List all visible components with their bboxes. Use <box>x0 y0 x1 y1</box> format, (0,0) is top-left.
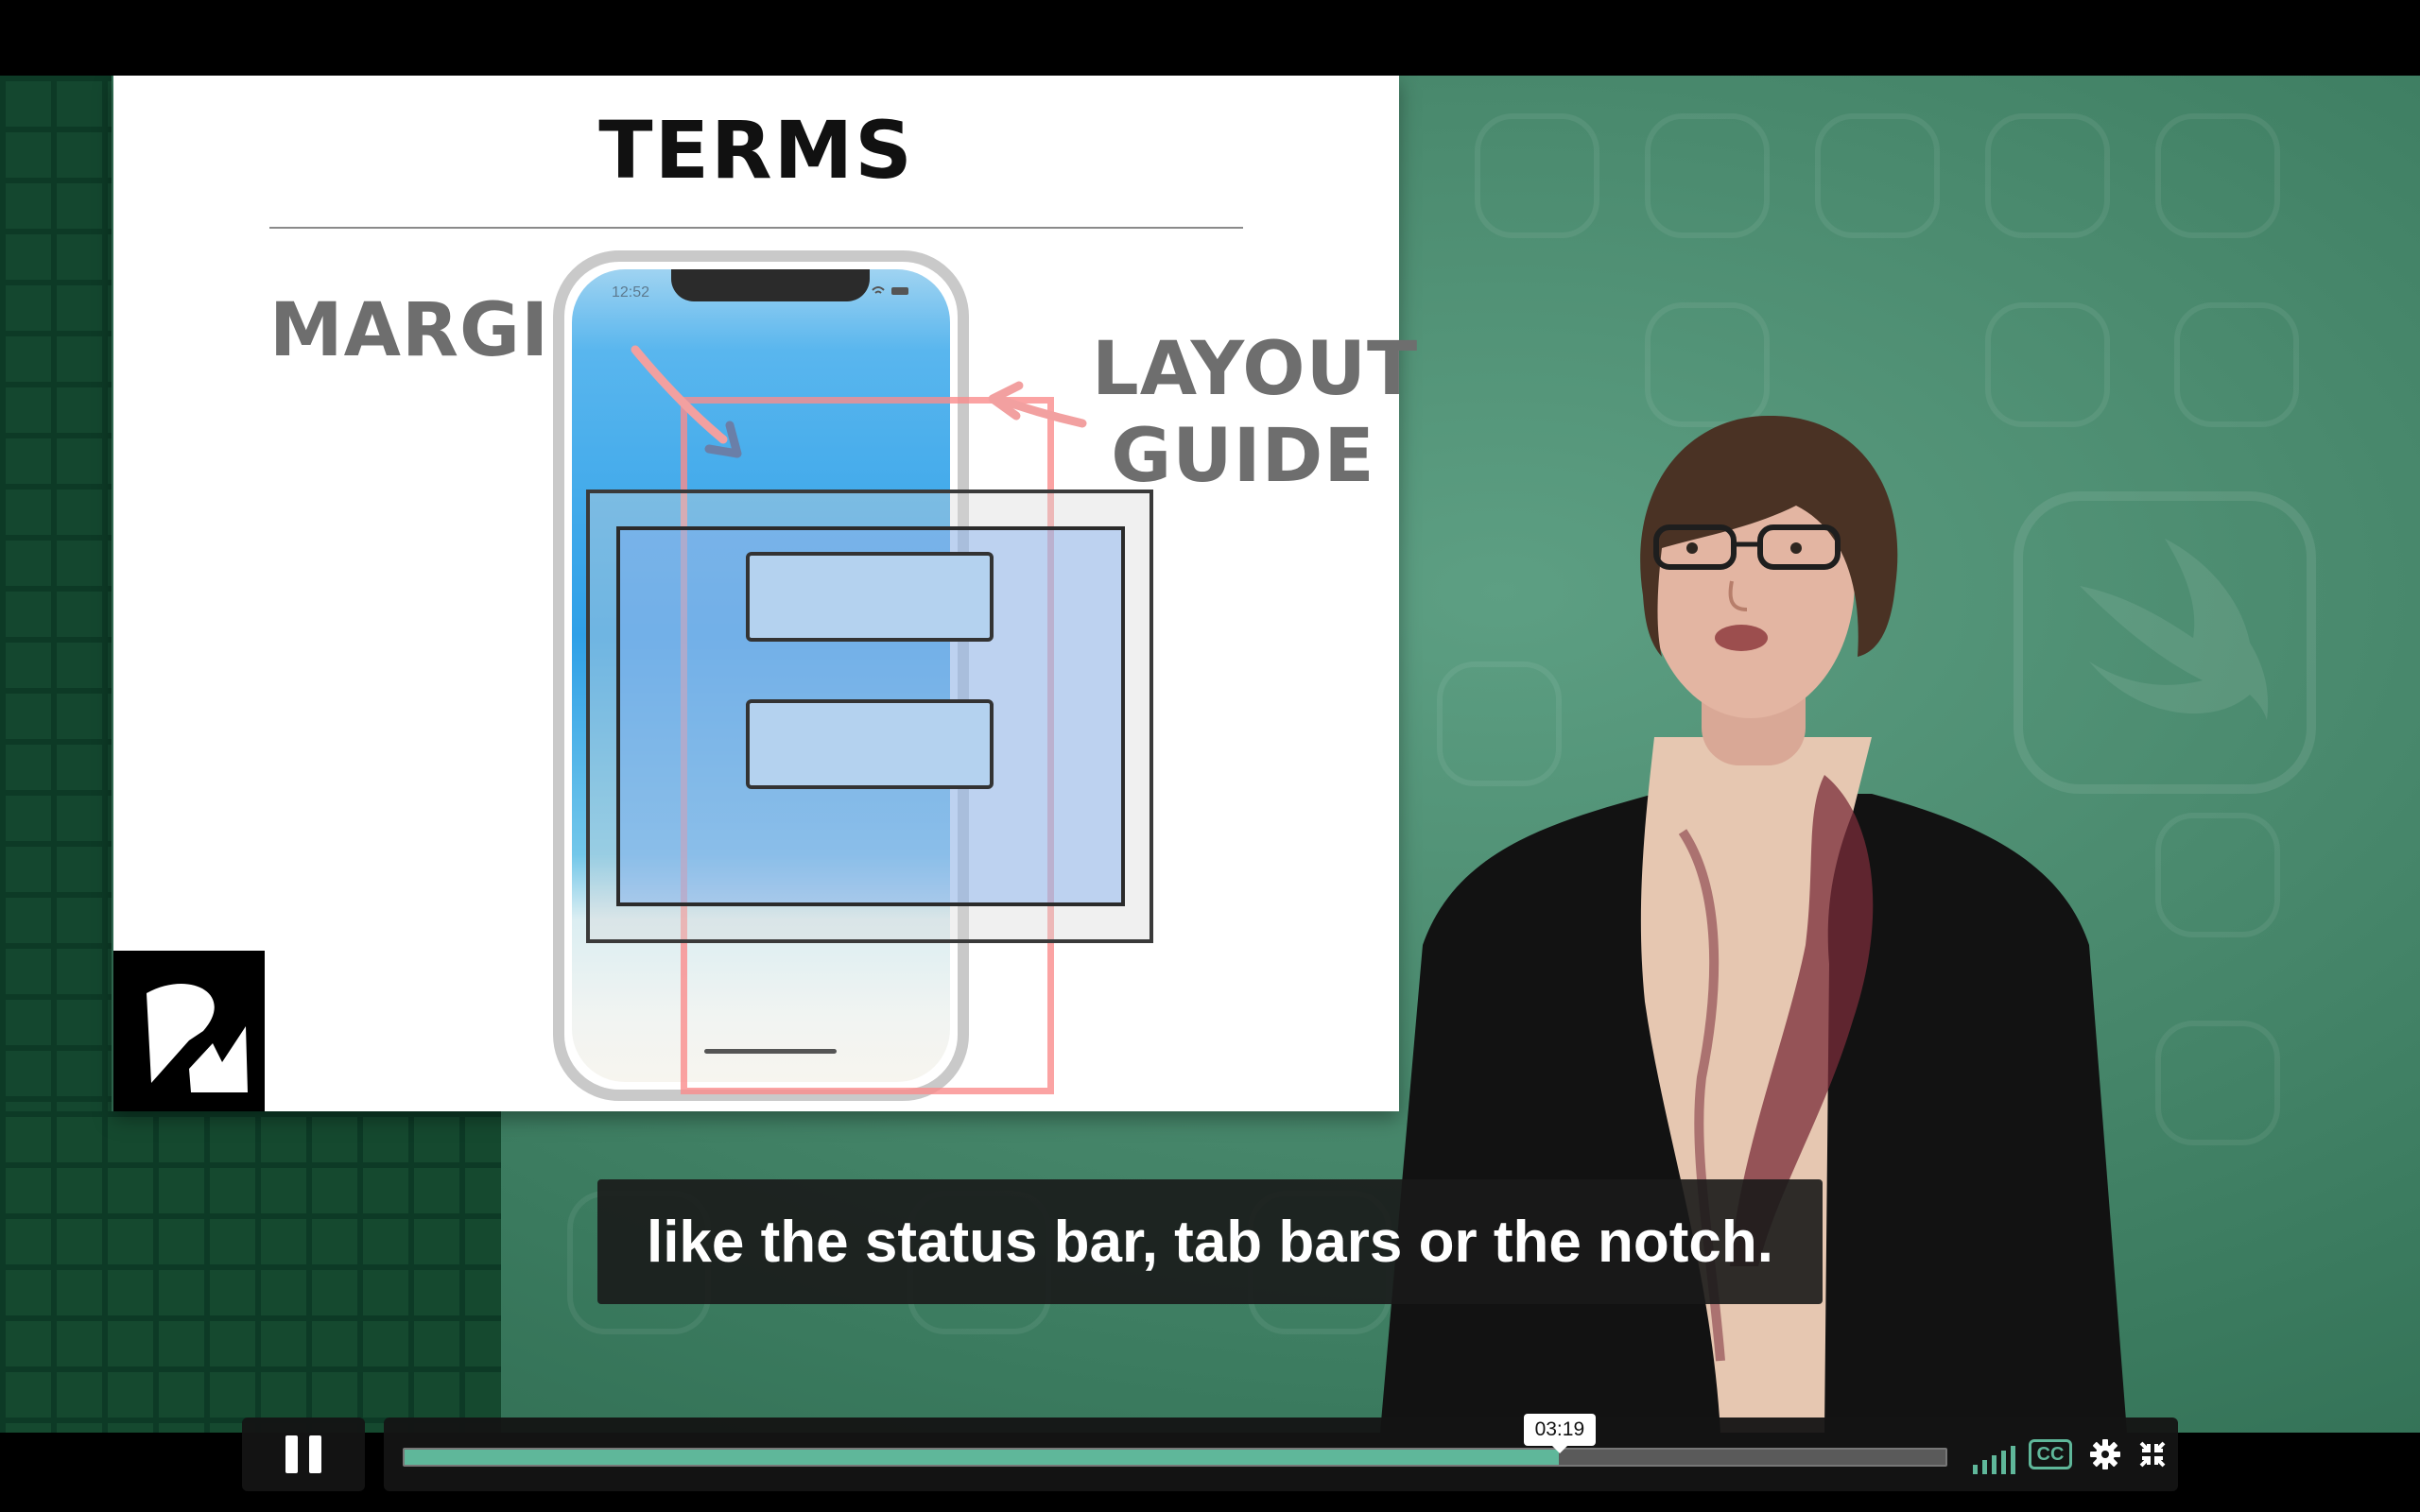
closed-captions-icon[interactable]: CC <box>2029 1439 2072 1469</box>
background-icon <box>2155 813 2280 937</box>
video-player[interactable]: TERMS MARGIN LAYOUT GUIDE 12:52 like the… <box>0 0 2420 1512</box>
background-icon <box>1645 113 1770 238</box>
letterbox-top <box>0 0 2420 76</box>
exit-fullscreen-icon[interactable] <box>2133 1435 2172 1474</box>
background-icon <box>1815 113 1940 238</box>
background-tiles-block <box>0 1111 501 1433</box>
gear-icon[interactable] <box>2085 1435 2125 1474</box>
pause-icon <box>285 1435 321 1473</box>
background-icon <box>1985 113 2110 238</box>
margin-arrow-icon <box>631 345 742 458</box>
background-icon <box>2155 1021 2280 1145</box>
background-icon <box>1985 302 2110 427</box>
background-icon <box>2155 113 2280 238</box>
progress-played <box>405 1450 1559 1465</box>
background-icon <box>1645 302 1770 427</box>
layout-guide-arrow-icon <box>988 381 1087 428</box>
current-time-tooltip: 03:19 <box>1523 1414 1596 1453</box>
background-icon <box>1475 113 1599 238</box>
caption-text: like the status bar, tab bars or the not… <box>646 1209 1774 1275</box>
player-control-bar: CC <box>384 1418 2178 1491</box>
video-frame[interactable]: TERMS MARGIN LAYOUT GUIDE 12:52 like the… <box>0 76 2420 1433</box>
annotation-arrows <box>631 345 1087 458</box>
closed-caption-box: like the status bar, tab bars or the not… <box>597 1179 1823 1304</box>
background-icon <box>2174 302 2299 427</box>
pause-button[interactable] <box>242 1418 365 1491</box>
presentation-slide: TERMS MARGIN LAYOUT GUIDE 12:52 <box>113 76 1417 1111</box>
rw-logo-icon <box>113 951 265 1111</box>
progress-bar[interactable] <box>403 1448 1947 1467</box>
volume-icon[interactable] <box>1968 1435 2019 1474</box>
